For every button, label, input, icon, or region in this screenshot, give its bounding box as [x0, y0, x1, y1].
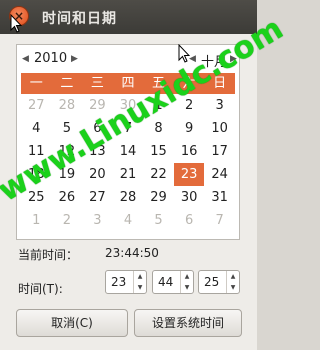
calendar-day[interactable]: 16 — [174, 140, 205, 163]
current-time-label: 当前时间： — [18, 248, 79, 262]
calendar-day[interactable]: 30 — [174, 186, 205, 209]
hour-stepper-icon[interactable]: ▲ ▼ — [133, 271, 146, 293]
calendar-day[interactable]: 3 — [82, 209, 113, 232]
title-bar: × 时间和日期 — [0, 0, 257, 34]
calendar-day[interactable]: 9 — [174, 117, 205, 140]
cancel-button[interactable]: 取消(C) — [16, 309, 128, 337]
calendar-day[interactable]: 5 — [143, 209, 174, 232]
calendar-day[interactable]: 3 — [204, 94, 235, 117]
minute-spinner[interactable]: 44 ▲ ▼ — [152, 270, 194, 294]
calendar-day[interactable]: 6 — [174, 209, 205, 232]
calendar-day[interactable]: 4 — [21, 117, 52, 140]
calendar-day[interactable]: 28 — [52, 94, 83, 117]
second-value: 25 — [204, 275, 220, 289]
calendar-week-row: 25 26 27 28 29 30 31 — [21, 186, 235, 209]
mouse-cursor-icon — [178, 44, 190, 64]
calendar-day[interactable]: 7 — [204, 209, 235, 232]
weekday-label: 一 — [29, 76, 43, 91]
minute-value: 44 — [158, 275, 174, 289]
calendar-day[interactable]: 27 — [21, 94, 52, 117]
weekday-label: 二 — [60, 76, 74, 91]
minute-stepper-icon[interactable]: ▲ ▼ — [180, 271, 193, 293]
calendar-day[interactable]: 22 — [143, 163, 174, 186]
calendar-day-selected[interactable]: 23 — [173, 163, 205, 186]
hour-value: 23 — [111, 275, 127, 289]
calendar-day[interactable]: 20 — [82, 163, 113, 186]
calendar-day[interactable]: 15 — [143, 140, 174, 163]
mouse-cursor-icon — [10, 14, 22, 34]
set-system-time-button[interactable]: 设置系统时间 — [134, 309, 242, 337]
calendar-day[interactable]: 31 — [204, 186, 235, 209]
calendar-day[interactable]: 24 — [204, 163, 235, 186]
second-stepper-icon[interactable]: ▲ ▼ — [226, 271, 239, 293]
calendar-day[interactable]: 26 — [52, 186, 83, 209]
window-title: 时间和日期 — [42, 11, 117, 27]
calendar-day[interactable]: 27 — [82, 186, 113, 209]
weekday-label: 三 — [90, 76, 104, 91]
calendar-day[interactable]: 10 — [204, 117, 235, 140]
year-label: 2010 — [34, 51, 68, 66]
next-year-icon[interactable]: ▶ — [71, 54, 78, 64]
calendar-day[interactable]: 21 — [113, 163, 144, 186]
hour-spinner[interactable]: 23 ▲ ▼ — [105, 270, 147, 294]
calendar-day[interactable]: 17 — [204, 140, 235, 163]
calendar-day[interactable]: 1 — [21, 209, 52, 232]
set-time-label: 时间(T): — [18, 282, 63, 296]
second-spinner[interactable]: 25 ▲ ▼ — [198, 270, 240, 294]
calendar-day[interactable]: 29 — [143, 186, 174, 209]
prev-year-icon[interactable]: ◀ — [22, 54, 29, 64]
calendar-day[interactable]: 2 — [52, 209, 83, 232]
current-time-value: 23:44:50 — [105, 246, 159, 260]
calendar-day[interactable]: 28 — [113, 186, 144, 209]
calendar-day[interactable]: 4 — [113, 209, 144, 232]
calendar-week-row: 1234567 — [21, 209, 235, 232]
